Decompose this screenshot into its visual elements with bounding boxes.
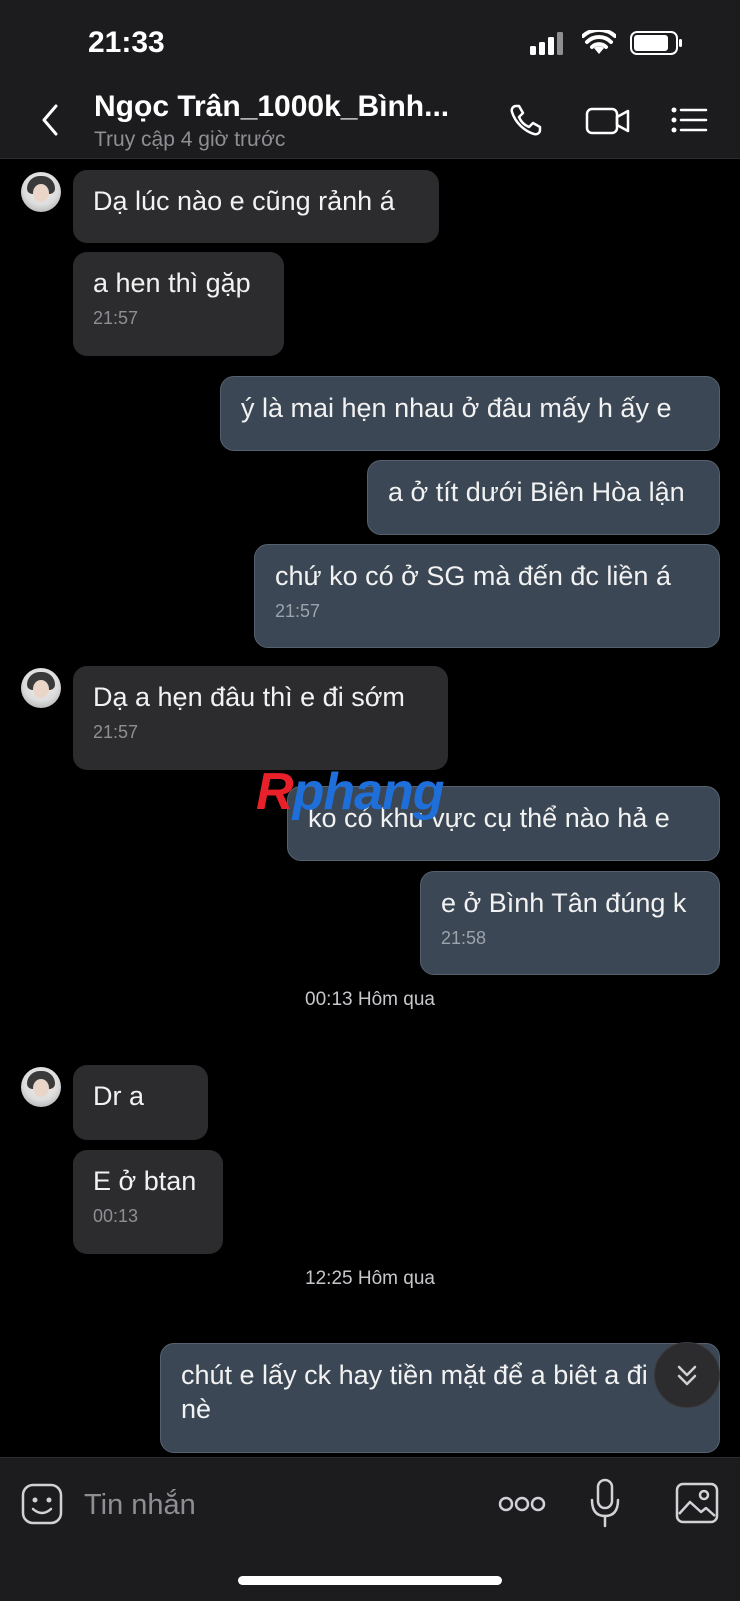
phone-icon[interactable] — [506, 100, 550, 140]
message-bubble-incoming[interactable]: a hen thì gặp 21:57 — [73, 252, 284, 356]
status-bar: 21:33 — [0, 0, 740, 86]
message-bubble-outgoing[interactable]: a ở tít dưới Biên Hòa lận — [367, 460, 720, 535]
message-input[interactable] — [82, 1484, 466, 1526]
message-bubble-outgoing[interactable]: chút e lấy ck hay tiền mặt để a biêt a đ… — [160, 1343, 720, 1453]
message-bubble-incoming[interactable]: Dr a — [73, 1065, 208, 1140]
message-bubble-incoming[interactable]: E ở btan 00:13 — [73, 1150, 223, 1254]
message-text: Dạ lúc nào e cũng rảnh á — [93, 186, 395, 216]
video-call-icon[interactable] — [584, 100, 632, 140]
message-bubble-outgoing[interactable]: e ở Bình Tân đúng k 21:58 — [420, 871, 720, 975]
chevron-double-down-icon — [677, 1365, 697, 1386]
message-text: Dr a — [93, 1081, 145, 1111]
image-icon[interactable] — [675, 1482, 719, 1524]
message-text: ý là mai hẹn nhau ở đâu mấy h ấy e — [241, 393, 672, 423]
message-time: 21:58 — [441, 928, 487, 948]
menu-list-icon[interactable] — [668, 100, 712, 140]
message-time: 21:57 — [93, 722, 139, 742]
message-bubble-outgoing[interactable]: ko có khu vực cụ thể nào hả e — [287, 786, 720, 861]
signal-icon — [530, 32, 563, 55]
message-text: Dạ a hẹn đâu thì e đi sớm — [93, 682, 405, 712]
back-icon[interactable] — [34, 100, 68, 140]
contact-name[interactable]: Ngọc Trân_1000k_Bình... — [94, 90, 454, 124]
day-separator: 00:13 Hôm qua — [305, 989, 435, 1010]
message-time: 21:57 — [275, 601, 321, 621]
day-separator: 12:25 Hôm qua — [305, 1268, 435, 1289]
message-text: chút e lấy ck hay tiền mặt để a biêt a đ… — [181, 1360, 687, 1424]
message-bubble-outgoing[interactable]: ý là mai hẹn nhau ở đâu mấy h ấy e — [220, 376, 720, 451]
status-icons — [530, 30, 684, 56]
message-text: E ở btan — [93, 1166, 197, 1196]
contact-avatar[interactable] — [21, 1067, 61, 1107]
message-text: ko có khu vực cụ thể nào hả e — [308, 803, 670, 833]
message-bubble-incoming[interactable]: Dạ lúc nào e cũng rảnh á — [73, 170, 439, 243]
message-list[interactable]: Dạ lúc nào e cũng rảnh á a hen thì gặp 2… — [0, 159, 740, 1457]
scroll-to-bottom-button[interactable] — [654, 1342, 720, 1408]
contact-avatar[interactable] — [21, 172, 61, 212]
contact-avatar[interactable] — [21, 668, 61, 708]
last-seen-status: Truy cập 4 giờ trước — [94, 128, 286, 151]
chat-header: Ngọc Trân_1000k_Bình... Truy cập 4 giờ t… — [0, 86, 740, 159]
wifi-icon — [582, 30, 616, 54]
microphone-icon[interactable] — [588, 1478, 622, 1530]
home-indicator[interactable] — [238, 1576, 502, 1585]
battery-icon — [630, 31, 682, 55]
message-text: e ở Bình Tân đúng k — [441, 888, 687, 918]
more-icon[interactable] — [498, 1492, 546, 1516]
message-text: chứ ko có ở SG mà đến đc liền á — [275, 561, 671, 591]
sticker-icon[interactable] — [20, 1482, 64, 1526]
message-bubble-outgoing[interactable]: chứ ko có ở SG mà đến đc liền á 21:57 — [254, 544, 720, 648]
message-time: 00:13 — [93, 1206, 139, 1226]
message-time: 21:57 — [93, 308, 139, 328]
message-text: a hen thì gặp — [93, 268, 251, 298]
message-text: a ở tít dưới Biên Hòa lận — [388, 477, 685, 507]
message-bubble-incoming[interactable]: Dạ a hẹn đâu thì e đi sớm 21:57 — [73, 666, 448, 770]
status-time: 21:33 — [88, 26, 165, 59]
